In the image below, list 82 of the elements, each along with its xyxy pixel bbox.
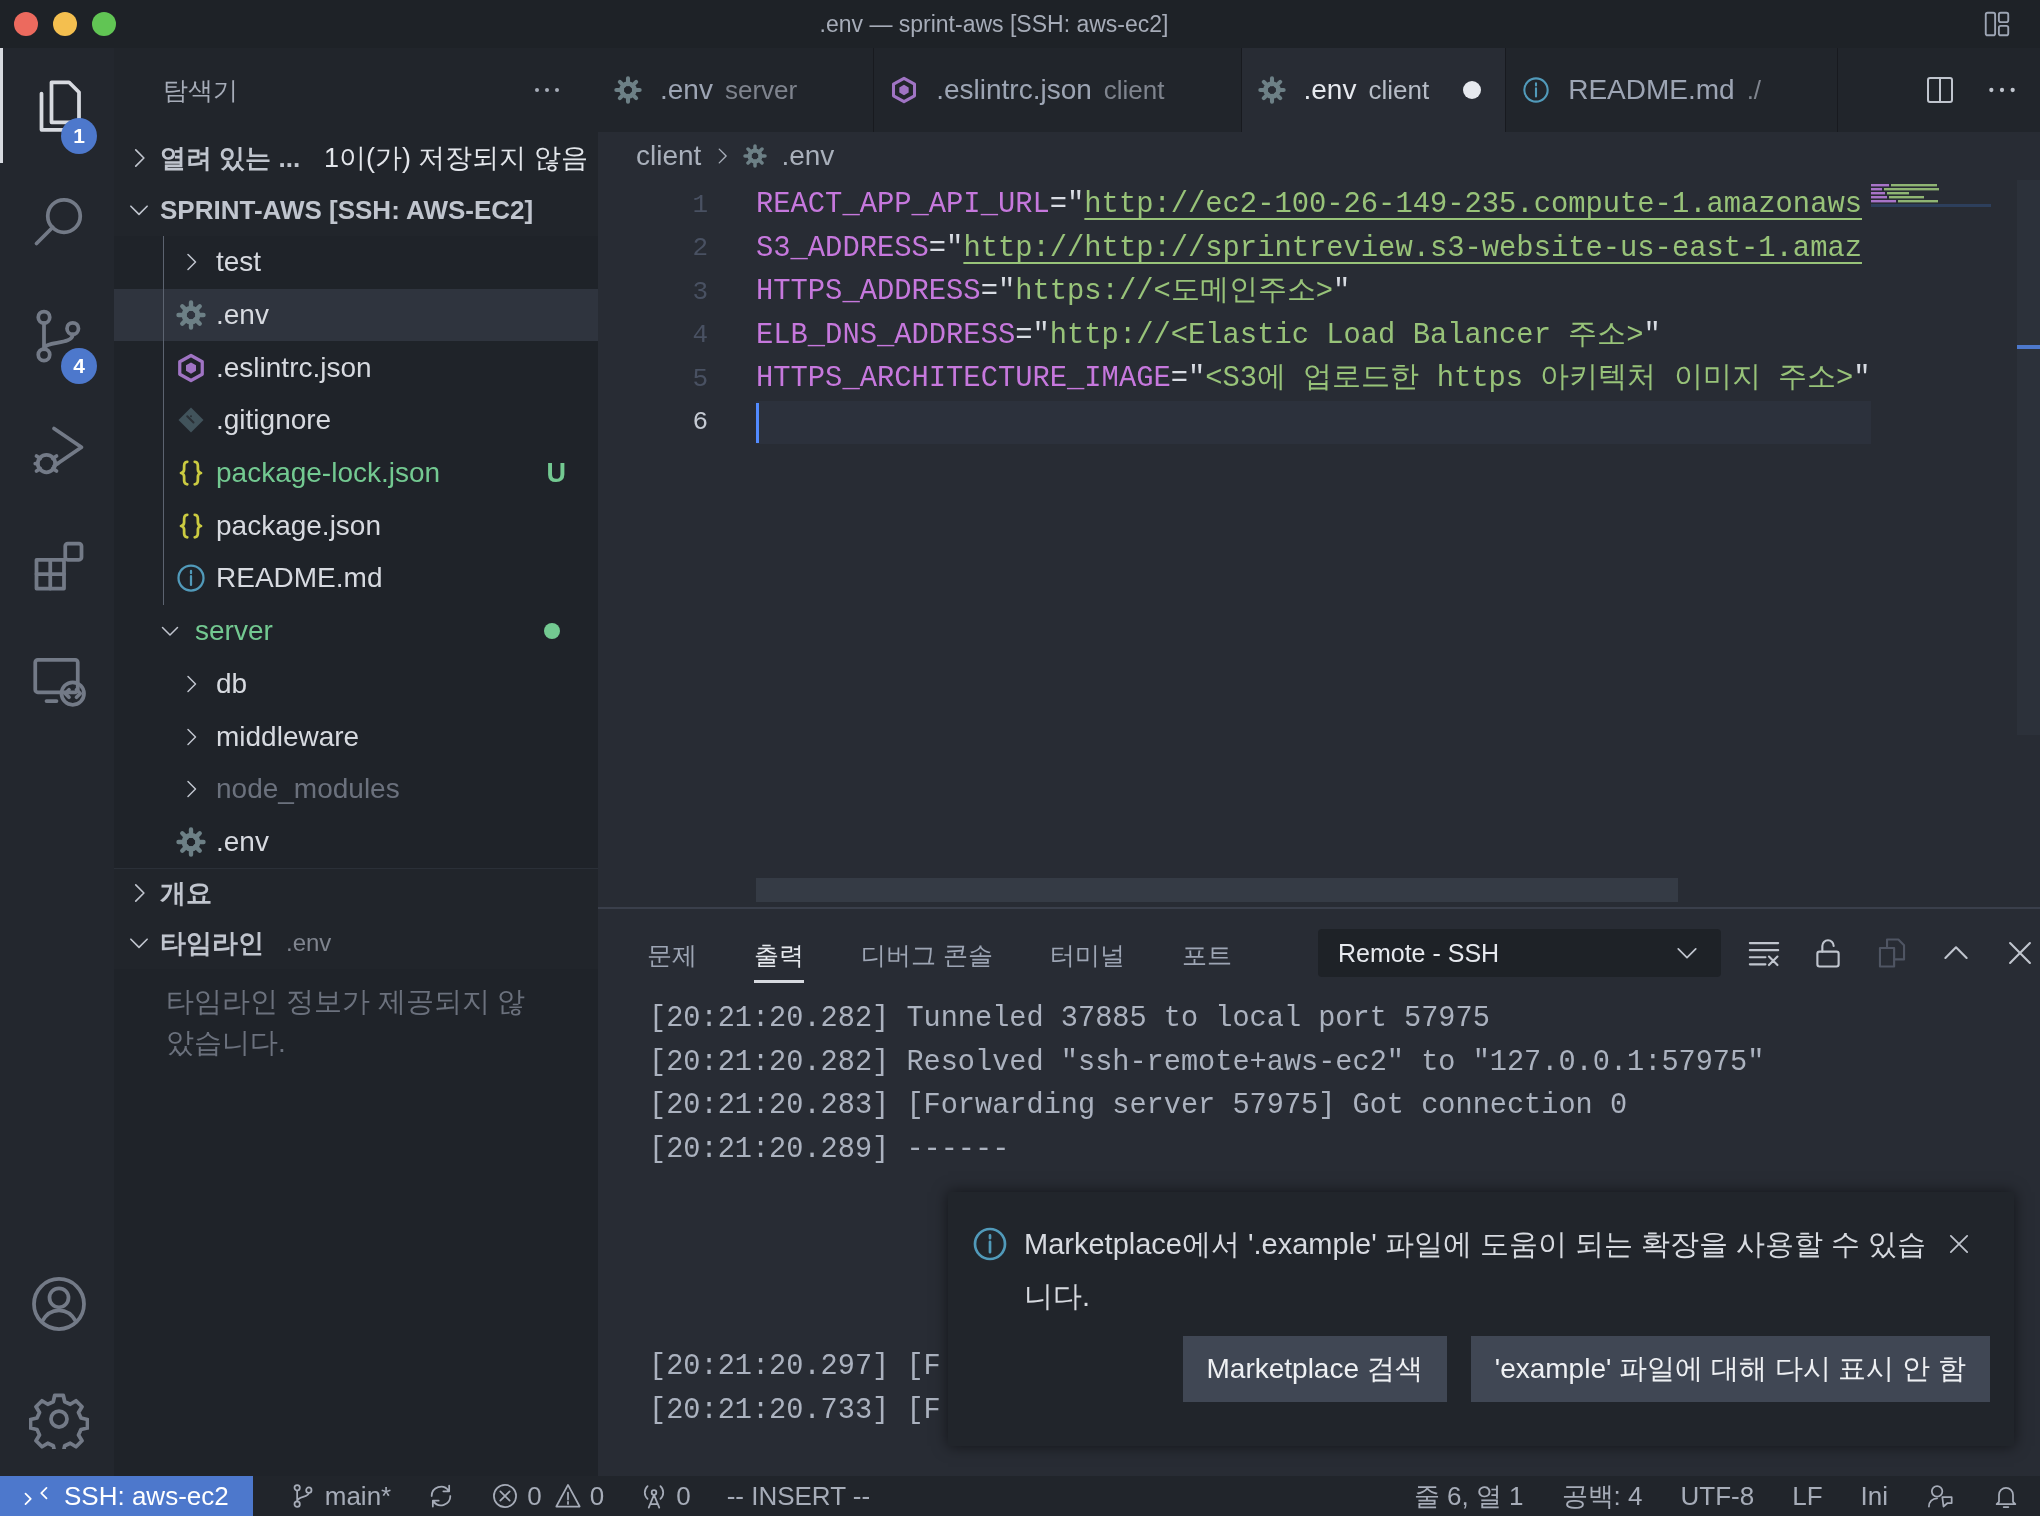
branch-indicator[interactable]: main* [288,1480,392,1512]
gear-icon [176,826,206,857]
tree-item[interactable]: test [114,236,598,289]
remote-indicator[interactable]: SSH: aws-ec2 [0,1476,253,1516]
tree-item[interactable]: .env [114,815,598,869]
line-number: 6 [691,407,709,438]
scrollbar-thumb[interactable] [2016,180,2040,735]
editor-tab[interactable]: .env client [1241,48,1507,132]
section-header[interactable]: 개요 [114,868,598,918]
notification-button[interactable]: 'example' 파일에 대해 다시 표시 안 함 [1470,1336,1990,1402]
info-icon [972,1226,1008,1262]
gear-icon [1257,76,1286,104]
cursor-marker [2016,345,2040,349]
code-line: HTTPS_ARCHITECTURE_IMAGE="<S3에 업로드한 https 아키텍처 이미지 주소>" [756,361,1871,397]
notification-button[interactable]: Marketplace 검색 [1182,1336,1447,1402]
status-item[interactable]: Ini [1860,1480,1888,1512]
activity-tab[interactable]: 4 [0,278,114,393]
code-line: REACT_APP_API_URL="http://ec2-100-26-149-235.compute-1.amazonaws [756,187,1863,223]
hexagon-icon [890,76,919,104]
section-description: .env [286,929,332,958]
tree-item[interactable]: package.json [114,499,598,553]
unsaved-count: 1이(가) 저장되지 않음 [324,142,588,175]
notification-message: Marketplace에서 '.example' 파일에 도움이 되는 확장을 사용할 수 있습니다. [1024,1227,1928,1314]
output-line: [20:21:20.282] Tunneled 37885 to local port 57975 [649,1001,1490,1037]
panel-tab[interactable]: 문제 [647,929,697,983]
info-icon [176,563,206,594]
tree-item[interactable]: package-lock.json U [114,446,598,500]
code-line: ELB_DNS_ADDRESS="http://<Elastic Load Balancer 주소>" [756,317,1662,354]
code-line: HTTPS_ADDRESS="https://<도메인주소>" [756,274,1352,310]
breadcrumb-item[interactable]: .env [743,140,835,172]
ports-indicator[interactable]: 0 [640,1480,691,1512]
gear-icon [614,76,642,104]
breadcrumb-item[interactable]: client [636,140,702,172]
count-badge: 4 [61,348,97,384]
window-zoom-button[interactable] [92,12,116,36]
output-line: [20:21:20.289] ------ [649,1131,1010,1168]
output-line: [20:21:20.297] [F [649,1349,941,1385]
panel-tab[interactable]: 디버그 콘솔 [861,929,993,983]
status-item[interactable]: LF [1792,1480,1823,1512]
warning-icon [553,1482,582,1510]
panel-tab[interactable]: 터미널 [1049,929,1125,983]
output-channel-dropdown[interactable]: Remote - SSH [1317,929,1721,977]
window-close-button[interactable] [14,12,38,36]
problems-indicator[interactable]: 0 0 [491,1480,605,1512]
tree-item[interactable]: .eslintrc.json [114,341,598,395]
info-icon [1522,76,1551,104]
tree-item[interactable]: README.md [114,552,598,605]
dimmed-label: node_modules [216,773,401,806]
code-line: S3_ADDRESS="http://http://sprintreview.s3-website-us-east-1.amaz [756,230,1863,267]
output-line: [20:21:20.283] [Forwarding server 57975] Got connection 0 [649,1088,1628,1124]
git-status-letter: U [546,457,566,489]
status-item[interactable]: 줄 6, 열 1 [1413,1478,1524,1514]
status-item[interactable]: 공백: 4 [1561,1478,1643,1514]
panel-tab[interactable]: 출력 [754,929,804,983]
status-item[interactable]: UTF-8 [1680,1480,1755,1512]
output-line: [20:21:20.733] [F [649,1392,941,1429]
tree-item[interactable]: .env [114,288,598,342]
sidebar-title: 탐색기 [163,74,238,106]
section-header[interactable]: 타임라인 .env [114,917,598,970]
panel-tab[interactable]: 포트 [1181,929,1232,983]
gear-icon [176,300,206,331]
tree-item[interactable]: server [114,604,598,658]
timeline-message: 타임라인 정보가 제공되지 않았습니다. [166,985,527,1061]
link[interactable]: http://ec2-100-26-149-235.compute-1.amazonaws [1084,188,1862,221]
error-icon [491,1482,520,1510]
feedback-icon[interactable] [1926,1482,1954,1510]
window-title: .env — sprint-aws [SSH: aws-ec2] [818,10,1170,38]
layout-icon[interactable] [1982,9,2012,39]
section-header[interactable]: SPRINT-AWS [SSH: AWS-EC2] [114,184,598,236]
status-item[interactable]: -- INSERT -- [726,1480,871,1512]
gear-icon [743,144,768,168]
split-editor-icon[interactable] [1924,74,1956,106]
hexagon-icon [176,352,206,383]
section-header[interactable]: 열려 있는 ... 1이(가) 저장되지 않음 [114,132,598,184]
link[interactable]: http://http://sprintreview.s3-website-us-east-1.amaz [963,231,1862,265]
window-minimize-button[interactable] [53,12,77,36]
count-badge: 1 [61,118,97,154]
tree-item[interactable]: db [114,657,598,711]
text-cursor [756,402,759,443]
tree-item[interactable]: middleware [114,710,598,763]
tree-item[interactable]: .gitignore [114,394,598,447]
output-line: [20:21:20.282] Resolved "ssh-remote+aws-ec2" to "127.0.0.1:57975" [649,1044,1765,1081]
